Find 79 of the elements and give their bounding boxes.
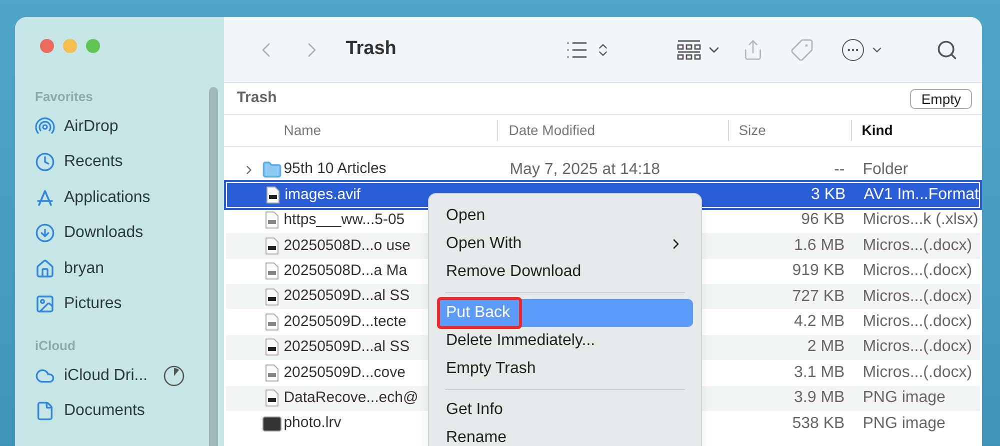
- file-name[interactable]: DataRecove...ech@: [284, 386, 418, 410]
- file-size: 3 KB: [810, 185, 846, 206]
- menu-item[interactable]: Remove Download: [437, 258, 693, 286]
- file-name[interactable]: 20250508D...o use: [284, 234, 410, 258]
- file-size: 3.1 MB: [793, 362, 845, 383]
- file-size: 538 KB: [791, 414, 845, 434]
- section-header: iCloud: [35, 337, 76, 355]
- document-icon: [264, 364, 279, 382]
- section-header: Favorites: [35, 88, 94, 106]
- empty-button[interactable]: Empty: [910, 88, 972, 108]
- file-name[interactable]: 20250508D...a Ma: [284, 260, 408, 282]
- sidebar-item[interactable]: bryan: [64, 256, 104, 281]
- column-header[interactable]: Size: [738, 122, 766, 138]
- file-size: 727 KB: [791, 286, 845, 307]
- file-size: 3.9 MB: [793, 388, 845, 408]
- search-icon[interactable]: [936, 38, 958, 60]
- menu-item[interactable]: Rename: [437, 424, 693, 446]
- menu-item[interactable]: Get Info: [437, 396, 693, 424]
- download-icon: [35, 223, 55, 244]
- sidebar-item[interactable]: Downloads: [64, 221, 144, 246]
- window-title: Trash: [346, 37, 396, 62]
- more-icon[interactable]: [842, 38, 864, 60]
- file-kind: Micros...(.docx): [862, 337, 972, 358]
- airdrop-icon: [35, 116, 55, 137]
- file-kind: Folder: [862, 160, 908, 180]
- image-icon: [262, 416, 282, 432]
- file-size: 1.6 MB: [793, 236, 845, 256]
- file-name[interactable]: 95th 10 Articles: [284, 158, 386, 181]
- column-header[interactable]: Name: [284, 122, 322, 138]
- image-icon: [35, 294, 55, 314]
- file-size: --: [833, 160, 845, 180]
- file-name[interactable]: images.avif: [284, 184, 361, 206]
- file-name[interactable]: https___ww...5-05: [284, 209, 405, 232]
- clock-icon: [35, 152, 55, 172]
- file-name[interactable]: 20250509D...al SS: [284, 336, 410, 359]
- file-kind: AV1 Im...Format: [864, 185, 979, 206]
- sidebar-item[interactable]: Applications: [64, 186, 150, 210]
- home-icon: [35, 258, 55, 279]
- file-size: 2 MB: [806, 337, 845, 358]
- grid-icon[interactable]: [677, 38, 701, 60]
- apps-icon: [35, 188, 55, 208]
- document-icon: [264, 262, 279, 280]
- file-name[interactable]: photo.lrv: [284, 412, 342, 435]
- sidebar-item[interactable]: iCloud Dri...: [64, 364, 148, 388]
- document-icon: [35, 401, 55, 422]
- menu-item[interactable]: Open With: [437, 230, 693, 258]
- file-name[interactable]: 20250509D...al SS: [284, 285, 410, 308]
- sidebar-item[interactable]: Recents: [64, 150, 123, 174]
- column-header[interactable]: Date Modified: [508, 122, 596, 138]
- file-kind: Micros...(.docx): [862, 286, 972, 307]
- file-kind: PNG image: [862, 414, 946, 434]
- scrollbar[interactable]: [208, 87, 218, 446]
- menu-item[interactable]: Empty Trash: [437, 355, 693, 383]
- document-icon: [264, 288, 279, 306]
- document-icon: [264, 236, 279, 255]
- document-icon: [264, 389, 279, 408]
- file-size: 96 KB: [800, 210, 845, 230]
- file-kind: Micros...(.docx): [862, 312, 972, 332]
- file-kind: Micros...(.docx): [862, 261, 972, 282]
- file-name[interactable]: 20250509D...cove: [284, 362, 406, 384]
- file-size: 919 KB: [791, 261, 845, 282]
- menu-item[interactable]: Open: [437, 202, 693, 230]
- file-kind: PNG image: [862, 388, 946, 408]
- sidebar-item[interactable]: Pictures: [64, 292, 122, 316]
- document-icon: [264, 338, 279, 356]
- column-header[interactable]: Kind: [862, 122, 893, 138]
- file-kind: Micros...(.docx): [862, 362, 972, 383]
- sidebar-item[interactable]: Documents: [64, 399, 145, 424]
- file-kind: Micros...k (.xlsx): [862, 210, 978, 230]
- menu-item[interactable]: Delete Immediately...: [437, 327, 693, 355]
- file-size: 4.2 MB: [793, 312, 845, 332]
- sidebar-item[interactable]: AirDrop: [64, 114, 118, 139]
- date-modified: May 7, 2025 at 14:18: [510, 160, 660, 178]
- document-icon: [266, 186, 280, 204]
- folder-icon: [262, 160, 282, 180]
- file-name[interactable]: 20250509D...tecte: [284, 310, 406, 334]
- document-icon: [264, 313, 279, 332]
- file-kind: Micros...(.docx): [862, 236, 972, 256]
- folder-title: Trash: [236, 88, 277, 108]
